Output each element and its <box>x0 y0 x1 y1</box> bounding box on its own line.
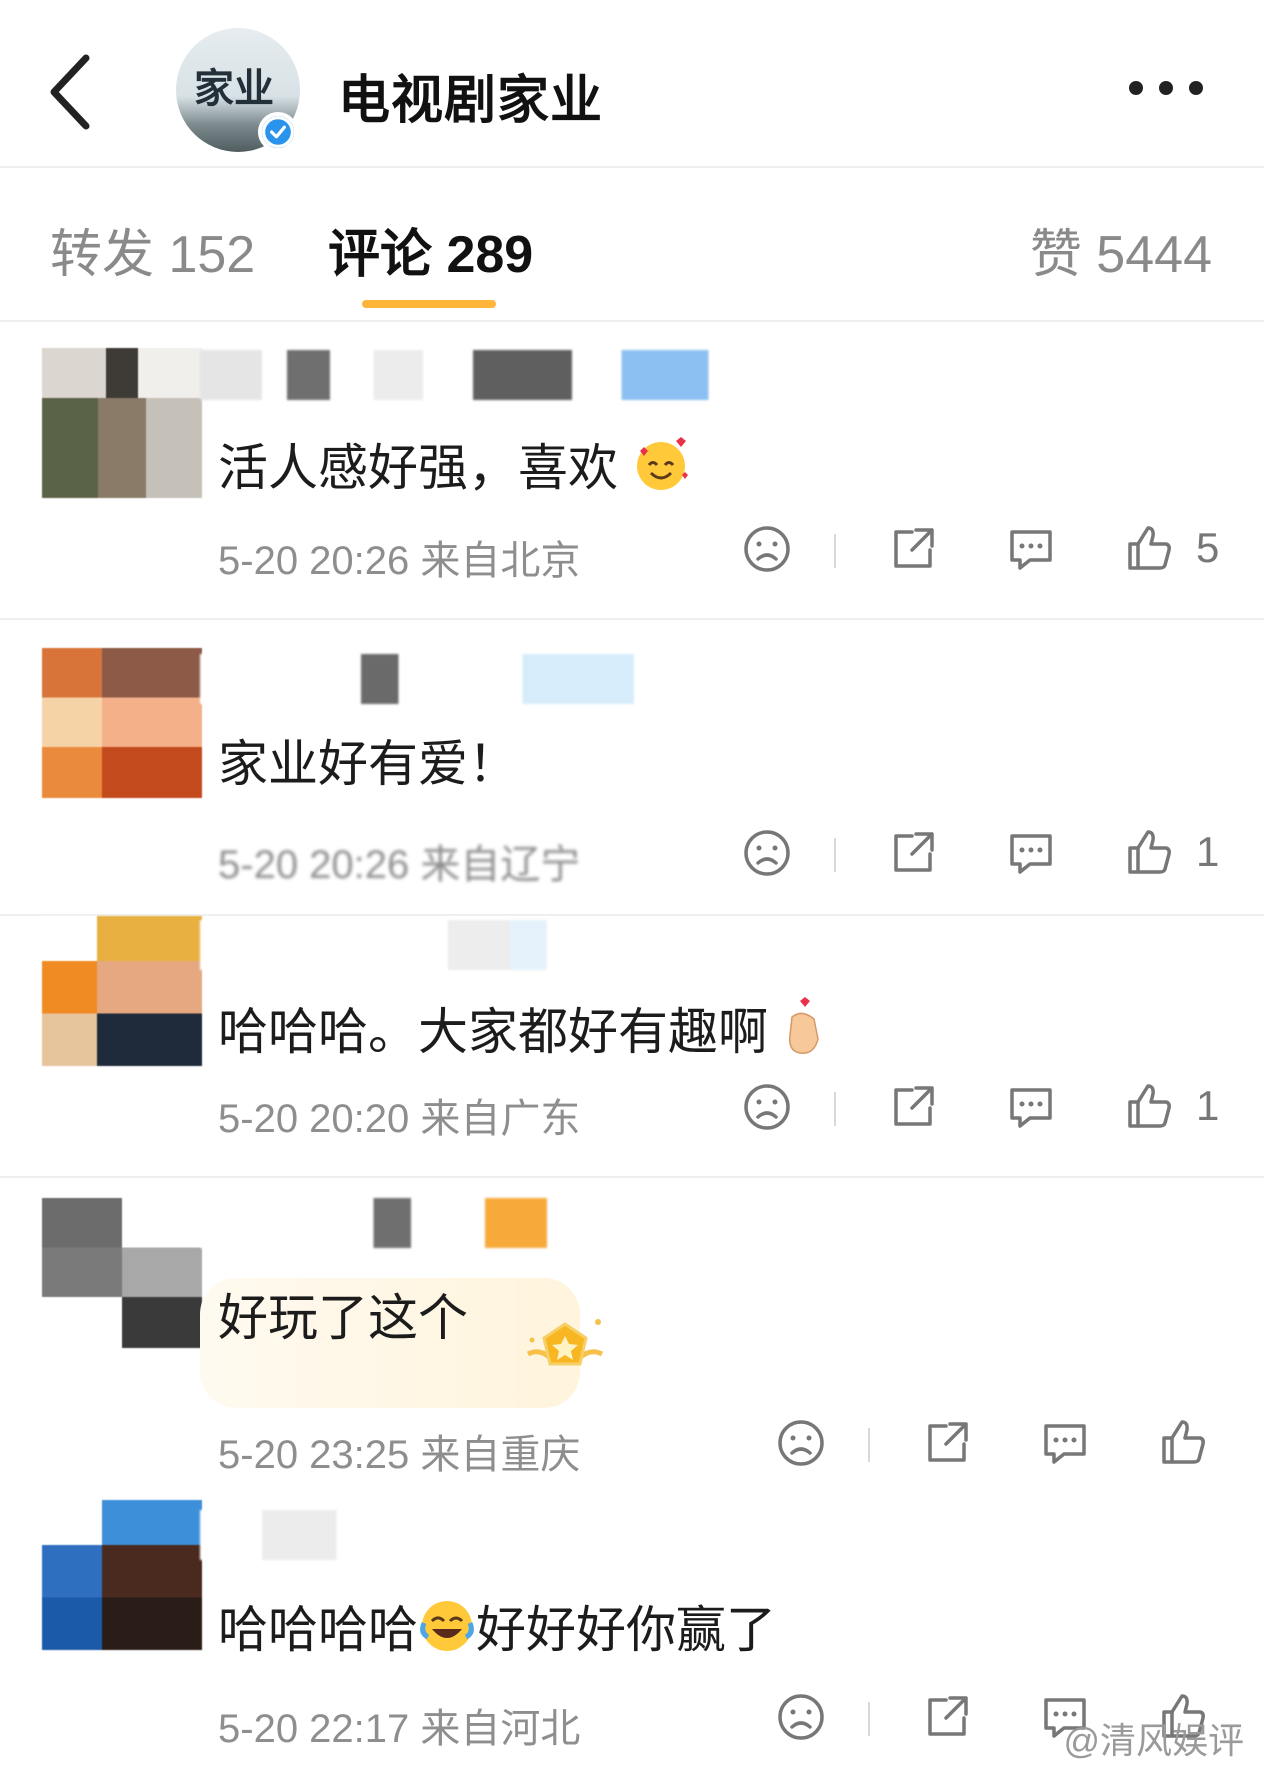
share-icon[interactable] <box>886 1080 940 1134</box>
like-count: 1 <box>1196 1082 1220 1129</box>
avatar[interactable] <box>42 1500 202 1650</box>
comment-actions <box>774 1416 1234 1476</box>
like-count: 5 <box>1196 524 1220 571</box>
smiling-face-with-hearts-emoji <box>636 437 688 490</box>
comment-text-part-a: 哈哈哈哈 <box>218 1602 418 1658</box>
action-divider <box>868 1702 870 1736</box>
verified-badge-icon <box>258 112 298 152</box>
back-arrow-icon[interactable] <box>46 52 96 132</box>
action-divider <box>834 1092 836 1126</box>
action-divider <box>868 1428 870 1462</box>
comment-text-part-b: 好好好你赢了 <box>476 1602 776 1658</box>
comment-text-content: 活人感好强，喜欢 <box>218 440 618 496</box>
comment-meta: 5-20 20:26 来自北京 <box>218 539 581 583</box>
like-thumb-icon[interactable] <box>1122 1080 1176 1134</box>
username-blurred[interactable] <box>200 1198 820 1248</box>
share-icon[interactable] <box>920 1690 974 1744</box>
comment-text-content: 哈哈哈。大家都好有趣啊 <box>218 1004 768 1060</box>
account-title: 电视剧家业 <box>338 72 604 130</box>
tears-of-joy-emoji <box>420 1601 474 1651</box>
reply-icon[interactable] <box>1004 1080 1058 1134</box>
comment-text: 好玩了这个 <box>218 1290 468 1346</box>
share-icon[interactable] <box>886 826 940 880</box>
action-divider <box>834 838 836 872</box>
username-blurred[interactable] <box>200 654 820 704</box>
dislike-icon[interactable] <box>740 522 794 576</box>
comment-meta: 5-20 22:17 来自河北 <box>218 1707 581 1751</box>
username-blurred[interactable] <box>200 920 820 970</box>
username-blurred[interactable] <box>200 350 820 400</box>
finger-heart-emoji <box>788 997 819 1054</box>
avatar[interactable] <box>42 348 202 498</box>
comment-meta: 5-20 20:26 来自辽宁 <box>218 843 581 887</box>
dislike-icon[interactable] <box>740 1080 794 1134</box>
comment-actions: 1 <box>740 826 1240 886</box>
avatar[interactable] <box>42 1198 202 1348</box>
comment-text: 家业好有爱！ <box>218 736 518 792</box>
username-blurred[interactable] <box>200 1510 820 1560</box>
comment-meta: 5-20 20:20 来自广东 <box>218 1097 581 1141</box>
comment-time: 5-20 23:25 来自重庆 <box>218 1433 581 1477</box>
tab-likes[interactable]: 赞 5444 <box>1030 212 1212 287</box>
share-icon[interactable] <box>920 1416 974 1470</box>
more-options-icon[interactable] <box>1126 78 1206 98</box>
reply-icon[interactable] <box>1038 1416 1092 1470</box>
avatar-logo-text: 家业 <box>194 65 274 112</box>
dislike-icon[interactable] <box>774 1690 828 1744</box>
watermark: @清风娱评 <box>1063 1720 1244 1761</box>
comment-text: 哈哈哈哈 好好好你赢了 <box>218 1590 776 1662</box>
comment-actions: 1 <box>740 1080 1240 1140</box>
comment-item: 活人感好强，喜欢 5-20 20:26 来自北京 5 <box>0 322 1264 620</box>
active-tab-indicator <box>362 300 496 308</box>
action-divider <box>834 534 836 568</box>
like-count: 1 <box>1196 828 1220 875</box>
comment-text: 哈哈哈。大家都好有趣啊 <box>218 992 826 1064</box>
comment-actions: 5 <box>740 522 1240 582</box>
reply-icon[interactable] <box>1004 826 1058 880</box>
reply-icon[interactable] <box>1004 522 1058 576</box>
comment-item: 好玩了这个 5-20 23:25 来自重庆 <box>0 1178 1264 1498</box>
dislike-icon[interactable] <box>740 826 794 880</box>
tab-bar: 转发 152 评论 289 赞 5444 <box>0 168 1264 322</box>
like-thumb-icon[interactable] <box>1122 826 1176 880</box>
star-medal-icon <box>526 1319 604 1366</box>
avatar[interactable] <box>42 916 202 1066</box>
dislike-icon[interactable] <box>774 1416 828 1470</box>
tab-comments[interactable]: 评论 289 <box>328 212 533 287</box>
comment-text: 活人感好强，喜欢 <box>218 428 690 500</box>
top-bar: 家业 电视剧家业 <box>0 0 1264 168</box>
comment-meta: 5-20 23:25 来自重庆 <box>218 1422 580 1480</box>
like-thumb-icon[interactable] <box>1122 522 1176 576</box>
avatar[interactable] <box>42 648 202 798</box>
comment-item: 哈哈哈。大家都好有趣啊 5-20 20:20 来自广东 1 <box>0 916 1264 1178</box>
share-icon[interactable] <box>886 522 940 576</box>
tab-repost[interactable]: 转发 152 <box>50 212 255 287</box>
like-thumb-icon[interactable] <box>1156 1416 1210 1470</box>
comment-item: 家业好有爱！ 5-20 20:26 来自辽宁 1 <box>0 620 1264 916</box>
